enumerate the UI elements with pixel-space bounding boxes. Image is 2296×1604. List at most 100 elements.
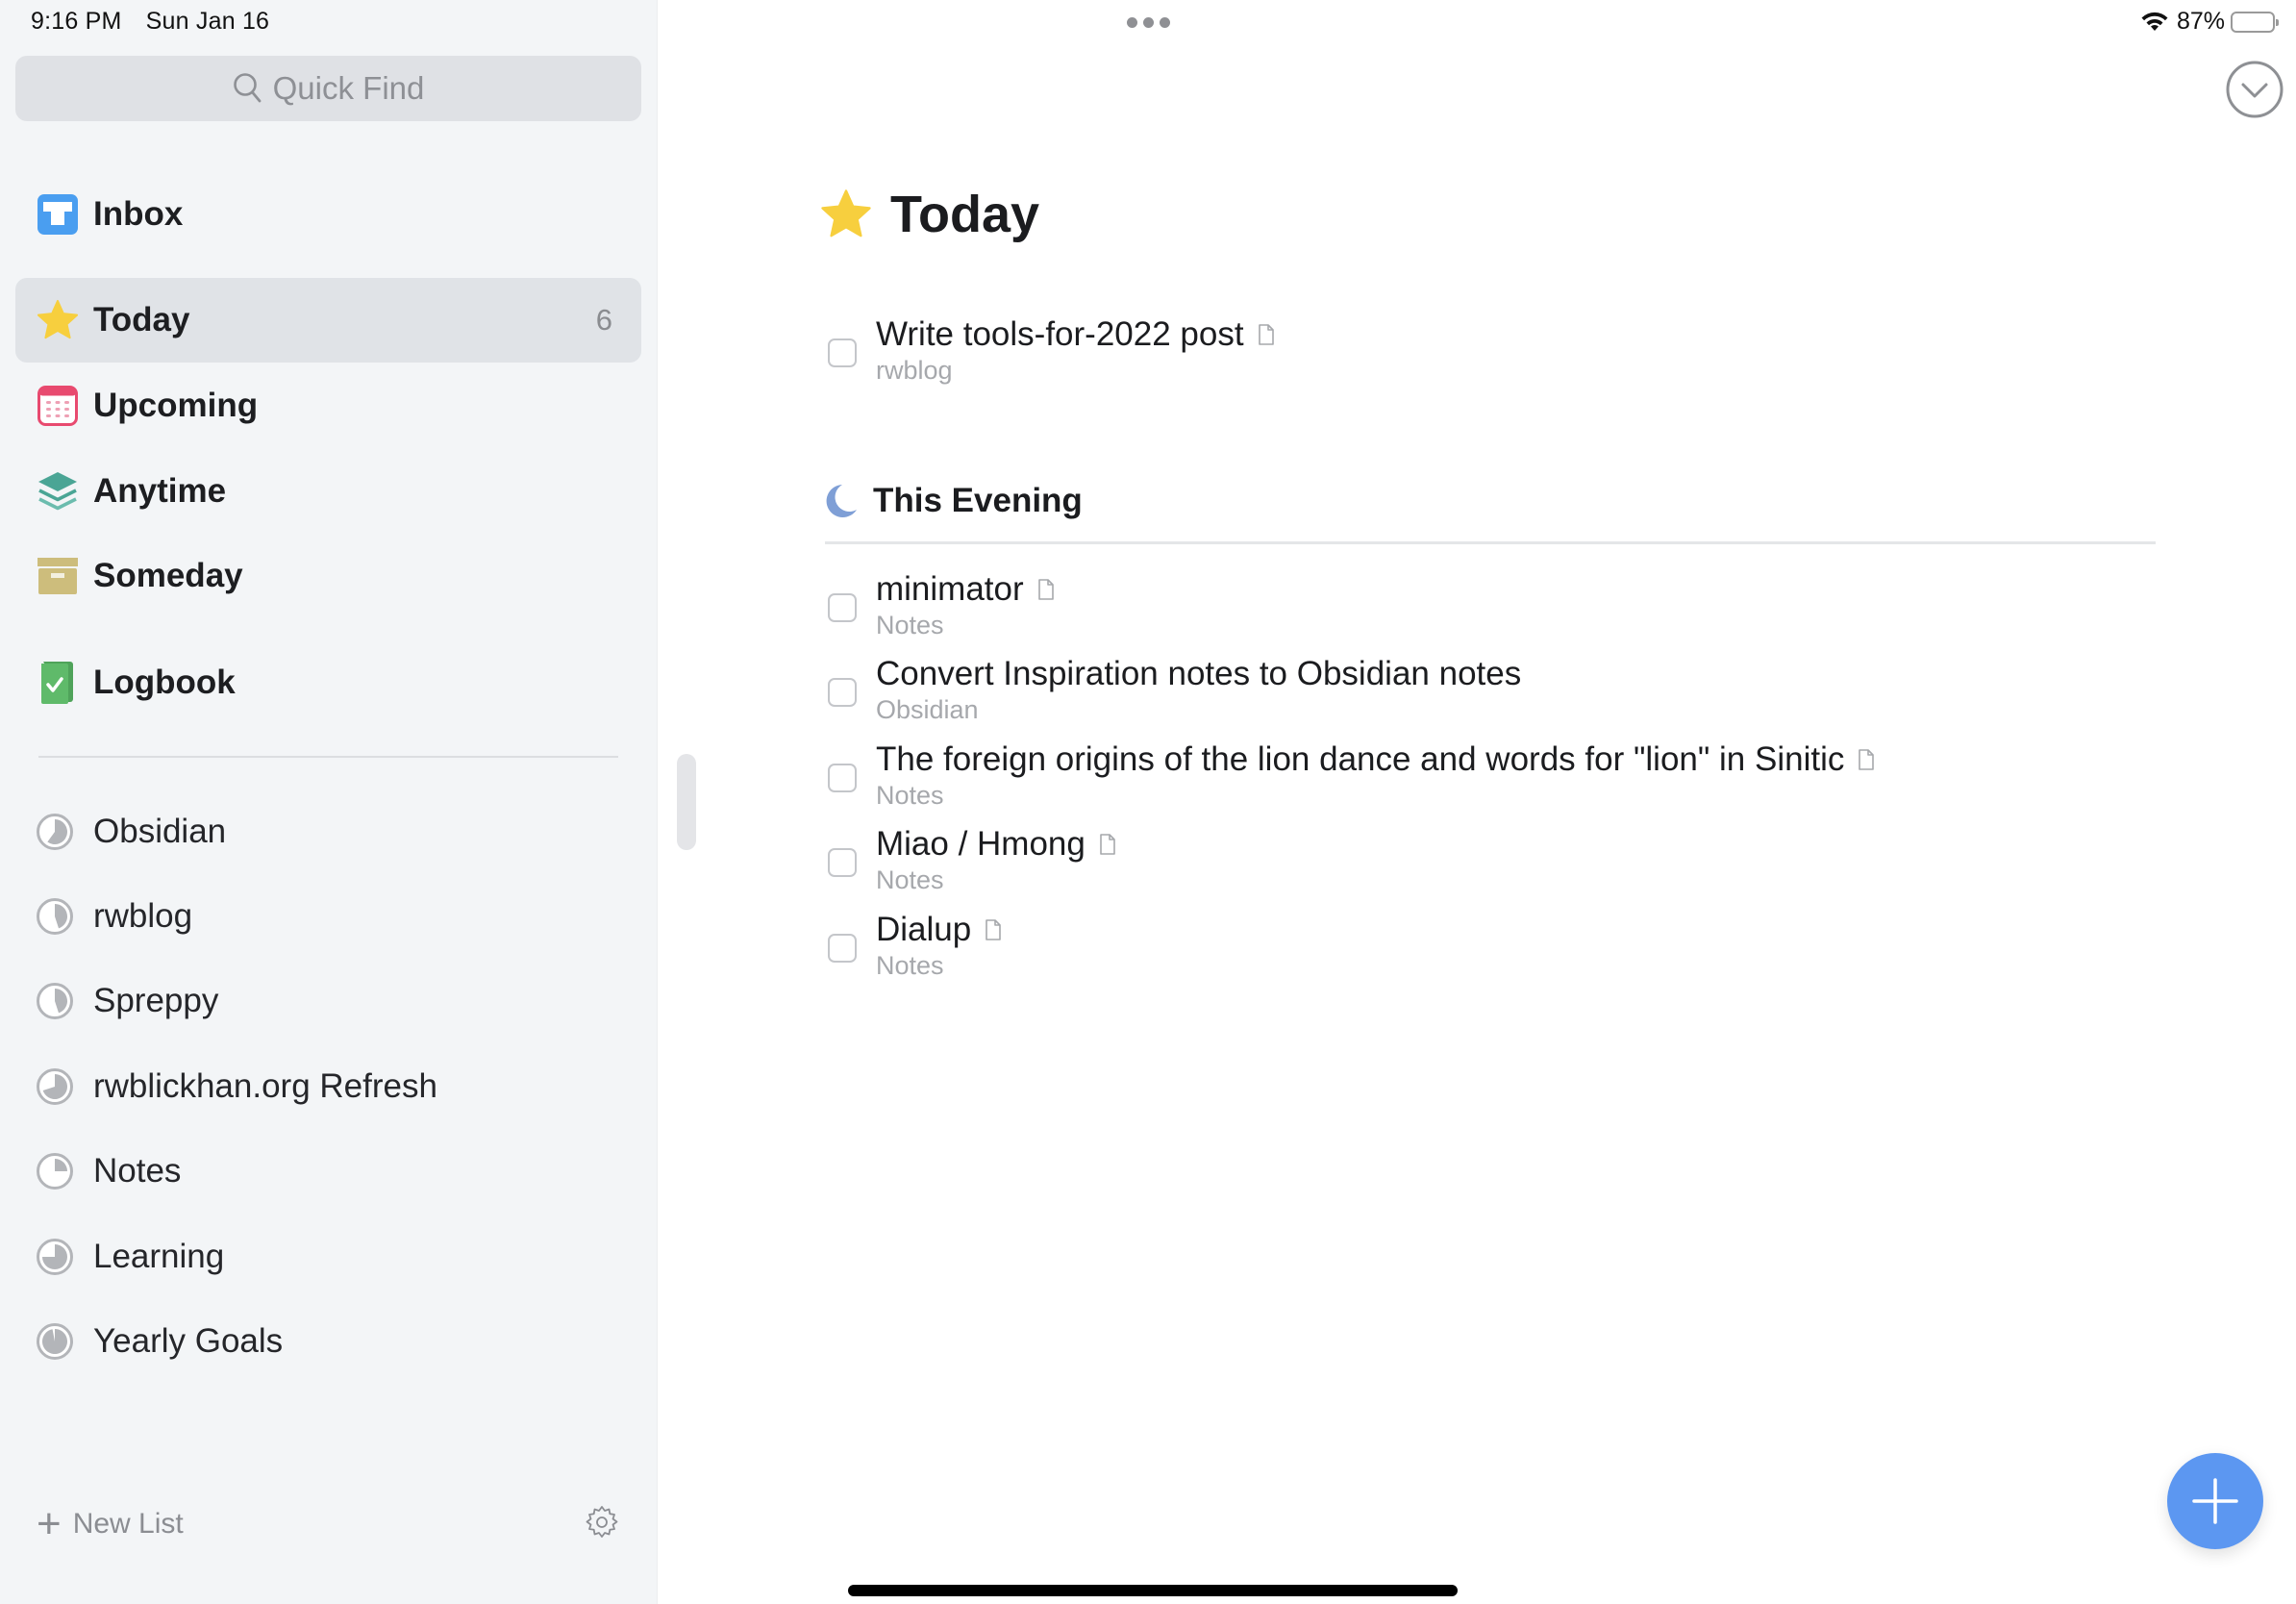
task-item[interactable]: Convert Inspiration notes to Obsidian no… <box>825 655 2171 732</box>
page-header: Today <box>819 181 1039 248</box>
progress-pie-icon <box>37 1323 73 1360</box>
sidebar-item-label: Inbox <box>93 195 184 233</box>
new-list-button[interactable]: + New List <box>37 1500 184 1548</box>
split-view-handle[interactable] <box>677 754 696 850</box>
task-checkbox[interactable] <box>828 338 857 367</box>
task-project: rwblog <box>876 356 953 385</box>
quick-find-search[interactable]: Quick Find <box>15 56 641 121</box>
task-title-text: minimator <box>876 570 1024 608</box>
project-item-rwblickhan-refresh[interactable]: rwblickhan.org Refresh <box>15 1048 641 1125</box>
sidebar-item-inbox[interactable]: Inbox <box>15 172 641 257</box>
project-item-yearly-goals[interactable]: Yearly Goals <box>15 1303 641 1380</box>
task-title[interactable]: minimator <box>876 570 1055 609</box>
project-item-obsidian[interactable]: Obsidian <box>15 793 641 870</box>
task-project: Notes <box>876 611 944 639</box>
project-item-rwblog[interactable]: rwblog <box>15 878 641 955</box>
today-count-badge: 6 <box>595 303 612 337</box>
status-bar-left: 9:16 PM Sun Jan 16 <box>31 8 287 36</box>
battery-icon <box>2231 11 2279 33</box>
project-label: Obsidian <box>93 813 227 850</box>
star-icon <box>36 298 80 342</box>
inbox-icon <box>36 192 80 237</box>
progress-pie-icon <box>37 1153 73 1190</box>
moon-icon <box>826 485 857 517</box>
project-label: rwblog <box>93 897 193 935</box>
project-label: Notes <box>93 1152 182 1190</box>
gear-icon[interactable] <box>583 1503 621 1541</box>
sidebar-item-anytime[interactable]: Anytime <box>15 449 641 534</box>
section-title: This Evening <box>873 482 1083 519</box>
plus-icon <box>2192 1478 2238 1524</box>
sidebar-item-label: Someday <box>93 557 243 594</box>
search-icon <box>233 73 262 103</box>
task-checkbox[interactable] <box>828 593 857 622</box>
status-date: Sun Jan 16 <box>145 8 270 35</box>
task-project: Notes <box>876 865 944 894</box>
project-label: Yearly Goals <box>93 1322 284 1360</box>
task-project: Obsidian <box>876 695 979 724</box>
progress-pie-icon <box>37 898 73 935</box>
note-icon <box>1258 324 1274 345</box>
page-title: Today <box>890 186 1040 243</box>
dot <box>1160 17 1170 28</box>
task-checkbox[interactable] <box>828 764 857 792</box>
task-title[interactable]: Dialup <box>876 911 1002 949</box>
progress-pie-icon <box>37 814 73 850</box>
progress-pie-icon <box>37 1239 73 1275</box>
task-checkbox[interactable] <box>828 848 857 877</box>
multitasking-menu[interactable] <box>1127 17 1170 28</box>
task-title[interactable]: Convert Inspiration notes to Obsidian no… <box>876 655 1521 693</box>
wifi-icon <box>2141 12 2168 31</box>
sidebar: 9:16 PM Sun Jan 16 Quick Find Inbox Toda… <box>0 0 658 1604</box>
task-item[interactable]: Miao / Hmong Notes <box>825 825 2171 902</box>
status-bar-right: 87% <box>2140 8 2279 36</box>
logbook-icon <box>36 661 80 705</box>
home-indicator[interactable] <box>848 1585 1458 1596</box>
task-project: Notes <box>876 781 944 810</box>
task-title[interactable]: Write tools-for-2022 post <box>876 315 1275 354</box>
sidebar-item-logbook[interactable]: Logbook <box>15 640 641 725</box>
task-project: Notes <box>876 951 944 980</box>
project-item-notes[interactable]: Notes <box>15 1133 641 1210</box>
sidebar-item-label: Today <box>93 301 190 338</box>
star-icon <box>821 189 871 238</box>
progress-fill <box>41 1329 67 1354</box>
task-title-text: Write tools-for-2022 post <box>876 315 1244 353</box>
quick-find-placeholder: Quick Find <box>272 70 425 106</box>
sidebar-item-today[interactable]: Today 6 <box>15 278 641 363</box>
task-item[interactable]: Dialup Notes <box>825 911 2171 988</box>
task-title[interactable]: Miao / Hmong <box>876 825 1116 864</box>
section-header-this-evening: This Evening <box>825 477 1083 525</box>
task-item[interactable]: Write tools-for-2022 post rwblog <box>825 315 2171 392</box>
note-icon <box>1037 579 1054 600</box>
task-title-text: Dialup <box>876 911 972 948</box>
task-item[interactable]: minimator Notes <box>825 570 2171 647</box>
project-item-spreppy[interactable]: Spreppy <box>15 963 641 1040</box>
status-time: 9:16 PM <box>31 8 122 35</box>
collapse-chevron-button[interactable] <box>2225 60 2284 119</box>
task-checkbox[interactable] <box>828 678 857 707</box>
task-title-text: Miao / Hmong <box>876 825 1086 863</box>
add-task-button[interactable] <box>2167 1453 2263 1549</box>
project-item-learning[interactable]: Learning <box>15 1218 641 1295</box>
sidebar-divider <box>38 756 618 758</box>
new-list-label: New List <box>72 1508 184 1540</box>
battery-percent: 87% <box>2176 8 2225 35</box>
note-icon <box>986 919 1002 940</box>
progress-pie-icon <box>37 983 73 1019</box>
sidebar-item-label: Upcoming <box>93 387 259 424</box>
task-title[interactable]: The foreign origins of the lion dance an… <box>876 740 1875 779</box>
plus-icon: + <box>37 1500 62 1547</box>
sidebar-item-someday[interactable]: Someday <box>15 534 641 618</box>
dot <box>1127 17 1137 28</box>
calendar-icon <box>36 384 80 428</box>
task-item[interactable]: The foreign origins of the lion dance an… <box>825 740 2171 817</box>
archive-box-icon <box>36 554 80 598</box>
note-icon <box>1100 834 1115 855</box>
section-divider <box>825 541 2156 544</box>
task-checkbox[interactable] <box>828 934 857 963</box>
layers-icon <box>36 469 80 514</box>
task-title-text: Convert Inspiration notes to Obsidian no… <box>876 655 1522 692</box>
sidebar-item-upcoming[interactable]: Upcoming <box>15 363 641 448</box>
project-label: Learning <box>93 1238 225 1275</box>
